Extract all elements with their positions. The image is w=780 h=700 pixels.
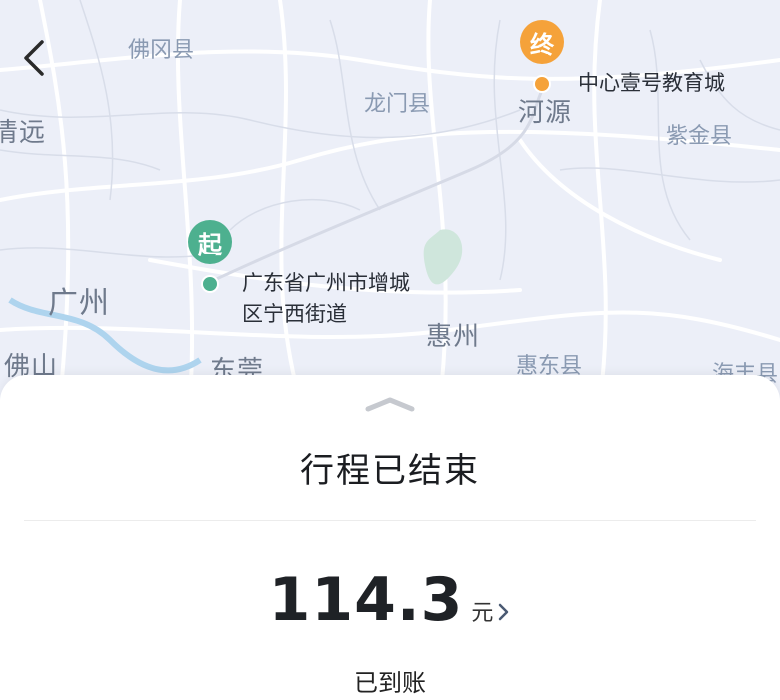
start-address: 广东省广州市增城 区宁西街道 [242,268,410,330]
fare-unit: 元 [471,601,494,626]
end-address: 中心壹号教育城 [578,71,725,95]
end-marker[interactable]: 终 [520,20,564,93]
end-location-dot [533,75,551,93]
sheet-drag-handle[interactable] [364,395,416,413]
chevron-up-icon [365,397,415,412]
trip-status-title: 行程已结束 [300,451,480,491]
map-label-guangzhou: 广州 [48,286,110,321]
start-address-line2: 区宁西街道 [242,302,347,326]
start-marker[interactable]: 起 [188,220,232,293]
map-label-longmen: 龙门县 [364,92,431,117]
map-label-zijin: 紫金县 [666,124,733,149]
start-marker-tail [204,254,216,264]
start-location-dot [201,275,219,293]
divider [24,520,756,521]
chevron-right-icon [499,603,509,621]
map-label-qingyuan: 清远 [0,118,47,148]
start-address-line1: 广东省广州市增城 [242,271,410,295]
map-label-fogang: 佛冈县 [128,38,195,63]
end-marker-tail [536,54,548,64]
map-label-huizhou: 惠州 [426,322,481,352]
payment-status: 已到账 [354,669,426,697]
fare-detail-link[interactable]: 114.3 元 [0,565,780,635]
map-label-heyuan: 河源 [518,98,573,128]
route-map[interactable]: 佛冈县 龙门县 河源 紫金县 清远 广州 佛山 东莞 惠州 惠东县 海丰县 起 … [0,0,780,400]
chevron-left-icon [24,40,44,76]
trip-summary-sheet: 行程已结束 114.3 元 已到账 [0,375,780,700]
fare-amount: 114.3 [268,565,464,635]
back-button[interactable] [16,36,56,80]
map-roads [0,0,780,400]
